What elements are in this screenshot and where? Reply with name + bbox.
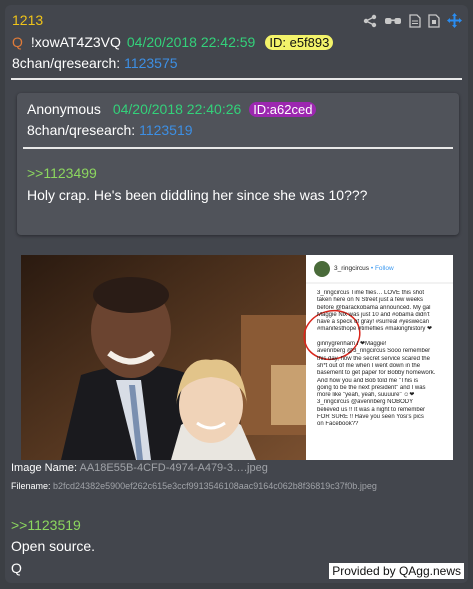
quoted-board-line: 8chan/qresearch: 1123519: [27, 122, 193, 138]
quoted-timestamp: 04/20/2018 22:40:26: [112, 101, 242, 117]
instagram-caption-line: And how you and Bob told me "This is: [317, 377, 419, 384]
filename-label: Filename:: [11, 481, 51, 491]
header-divider: [11, 78, 462, 80]
instagram-caption-line: before @barackobama announced. My gal: [317, 304, 431, 311]
instagram-caption-line: taken here on N Street just a few weeks: [317, 297, 424, 304]
post-body-line-1: Open source.: [11, 538, 96, 554]
image-name-line: Image Name: AA18E55B-4CFD-4974-A479-3….j…: [11, 462, 268, 474]
instagram-caption-line: sh*t out of me when I went down in the: [317, 362, 421, 369]
post-number[interactable]: 1213: [12, 12, 43, 28]
quoted-post-id-link[interactable]: 1123519: [139, 122, 192, 138]
archive-icon[interactable]: [428, 13, 440, 28]
share-icon[interactable]: [363, 14, 377, 28]
document-icon[interactable]: [409, 13, 421, 28]
instagram-caption-line: 3_ringcircus Time flies… LOVE this shot: [317, 290, 425, 296]
quoted-author: Anonymous: [27, 101, 101, 117]
instagram-caption-line: have a speck of gray! #surreal #yeswecan: [317, 319, 430, 326]
instagram-header: 3_ringcircus • Follow: [334, 265, 394, 272]
quoted-id-badge[interactable]: ID:a62ced: [249, 102, 317, 117]
instagram-user: 3_ringcircus: [334, 265, 370, 272]
move-icon[interactable]: [447, 13, 462, 28]
filename-line: Filename: b2fcd24382e5900ef262c615e3ccf9…: [11, 481, 377, 491]
quoted-header: Anonymous 04/20/2018 22:40:26 ID:a62ced: [27, 101, 317, 117]
filename-value[interactable]: b2fcd24382e5900ef262c615e3ccf9913546108a…: [53, 481, 377, 491]
image-name-label: Image Name:: [11, 462, 78, 474]
instagram-caption-line: Maggie Nix was just 10 and #obama didn't: [317, 311, 430, 318]
instagram-caption-line: FOR SURE !! Have you seen Yosi's pics: [317, 414, 424, 421]
post-card: 1213 Q !xowAT4Z3VQ 04/20/2018 22:42:59 ID: …: [5, 5, 468, 583]
post-header: Q !xowAT4Z3VQ 04/20/2018 22:42:59 ID: e5f89…: [12, 34, 334, 50]
quoted-reply-ref[interactable]: >>1123499: [27, 165, 97, 181]
instagram-comment-list: 3_ringcircus Time flies… LOVE this shot t…: [317, 290, 451, 429]
instagram-caption-line: believed us !! It was a night to remembe…: [317, 406, 426, 413]
instagram-follow: • Follow: [370, 265, 394, 272]
instagram-caption-line: 3_ringcircus @avennberg NOBODY: [317, 399, 414, 406]
instagram-caption-line: #manifesthope #timeflies #makinghistory …: [317, 326, 433, 333]
q-marker: Q: [12, 34, 23, 50]
credit-footer[interactable]: Provided by QAgg.news: [329, 563, 464, 579]
post-id-badge[interactable]: ID: e5f893: [265, 35, 334, 50]
instagram-caption-line: this day, how the secret service scared …: [317, 355, 430, 362]
instagram-caption-line: going to be the next president" and I wa…: [317, 384, 426, 391]
post-toolbar: [363, 13, 462, 28]
quoted-divider: [23, 147, 453, 149]
post-signature: Q: [11, 560, 22, 576]
instagram-caption-line: ginnygrenham I ❤Maggie!: [317, 341, 387, 348]
quoted-text: Holy crap. He's been diddling her since …: [27, 187, 368, 203]
attached-image[interactable]: 3_ringcircus • Follow 3_ringcircus Time …: [21, 255, 453, 460]
post-reply-ref[interactable]: >>1123519: [11, 517, 81, 533]
instagram-caption: 3_ringcircus • Follow 3_ringcircus Time …: [313, 255, 453, 460]
post-timestamp: 04/20/2018 22:42:59: [126, 34, 256, 50]
quoted-board-name: 8chan/qresearch:: [27, 122, 136, 138]
tripcode: !xowAT4Z3VQ: [30, 34, 121, 50]
instagram-caption-line: avennberg @3_ringcircus Sooo remember: [317, 348, 431, 355]
image-name-value[interactable]: AA18E55B-4CFD-4974-A479-3….jpeg: [79, 462, 267, 474]
quoted-post: Anonymous 04/20/2018 22:40:26 ID:a62ced …: [17, 93, 459, 235]
post-board-line: 8chan/qresearch: 1123575: [12, 55, 178, 71]
instagram-caption-line: [317, 334, 451, 341]
post-id-link[interactable]: 1123575: [124, 55, 177, 71]
instagram-caption-line: on Facebook??: [317, 421, 359, 428]
instagram-caption-line: more like "yeah, yeah, suuuure" ☺❤: [317, 392, 415, 399]
instagram-caption-line: basement to get paper for Bobby homework…: [317, 370, 436, 377]
glasses-icon[interactable]: [384, 15, 402, 27]
board-name: 8chan/qresearch:: [12, 55, 121, 71]
